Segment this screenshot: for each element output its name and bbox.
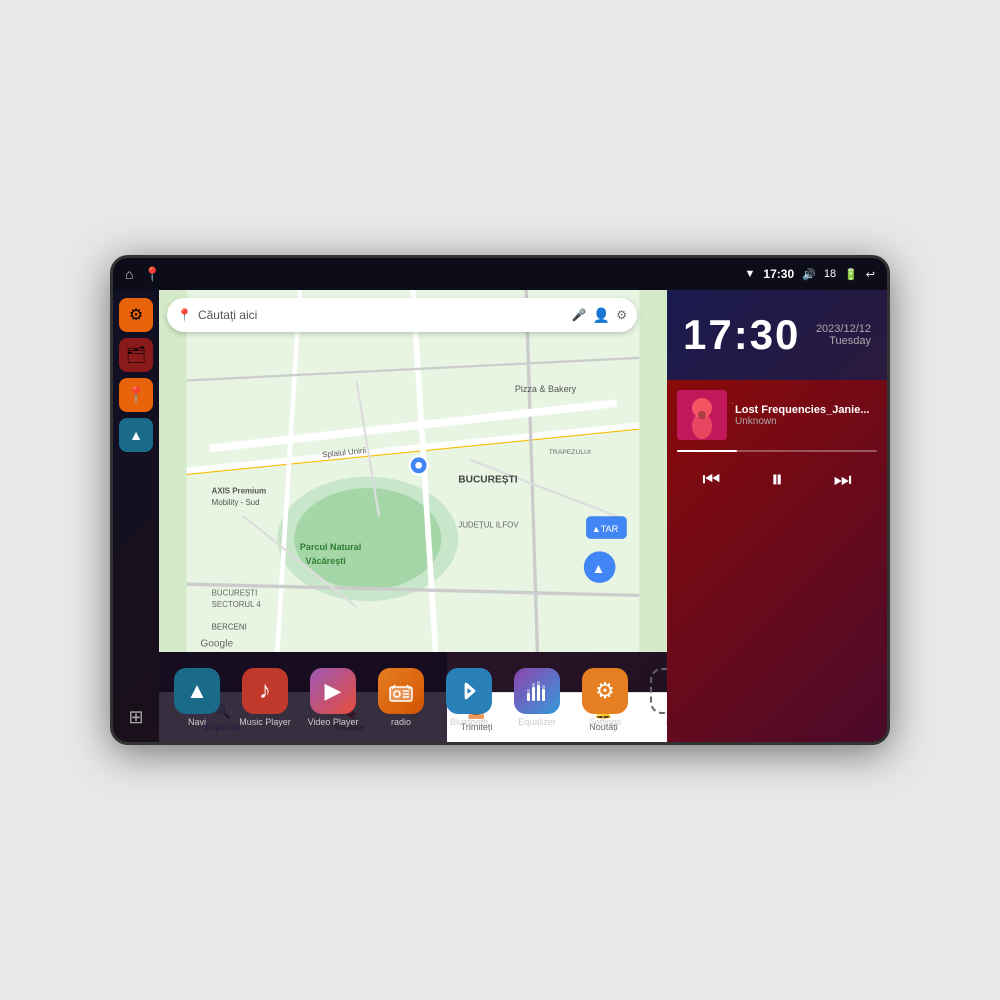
bluetooth-icon: [446, 668, 492, 714]
music-player-icon: ♪: [242, 668, 288, 714]
svg-text:Parcul Natural: Parcul Natural: [300, 542, 361, 552]
home-icon[interactable]: ⌂: [125, 266, 133, 282]
bluetooth-label: Bluetooth: [450, 717, 488, 727]
add-label: add: [665, 717, 667, 727]
map-area: Google AXIS Premium Mobility - Sud Parcu…: [159, 290, 667, 742]
album-art: [677, 390, 727, 440]
settings-label: Settings: [589, 717, 622, 727]
svg-text:BERCENI: BERCENI: [212, 622, 247, 631]
status-left: ⌂ 📍: [125, 266, 161, 283]
google-maps-logo: 📍: [177, 308, 192, 322]
wifi-icon: ▼: [745, 268, 756, 280]
navi-icon: ▲: [174, 668, 220, 714]
app-video-player[interactable]: ▶ Video Player: [301, 668, 365, 727]
clock-date-value: 2023/12/12: [816, 323, 871, 335]
sidebar-nav-icon[interactable]: ▲: [119, 418, 153, 452]
app-grid: ▲ Navi ♪ Music Player ▶ Video Player: [159, 652, 447, 742]
map-container[interactable]: Google AXIS Premium Mobility - Sud Parcu…: [159, 290, 667, 652]
clock-widget: 17:30 2023/12/12 Tuesday: [667, 290, 887, 380]
app-add[interactable]: + add: [641, 668, 667, 727]
music-info-row: Lost Frequencies_Janie... Unknown: [677, 390, 877, 440]
next-button[interactable]: ⏭: [826, 465, 860, 496]
music-progress-bar[interactable]: [677, 450, 877, 452]
app-music-player[interactable]: ♪ Music Player: [233, 668, 297, 727]
status-time: 17:30: [763, 267, 794, 281]
sidebar: ⚙ 🗂 📍 ▲ ⊞: [113, 290, 159, 742]
map-background: Google AXIS Premium Mobility - Sud Parcu…: [159, 290, 667, 652]
prev-button[interactable]: ⏮: [694, 465, 728, 496]
sidebar-map-icon[interactable]: 📍: [119, 378, 153, 412]
svg-text:Google: Google: [200, 638, 233, 649]
music-text: Lost Frequencies_Janie... Unknown: [735, 404, 877, 427]
settings-icon: ⚙: [582, 668, 628, 714]
status-right: ▼ 17:30 🔊 18 🔋 ↩: [745, 267, 875, 281]
main-content: ⚙ 🗂 📍 ▲ ⊞: [113, 290, 887, 742]
svg-text:AXIS Premium: AXIS Premium: [212, 487, 266, 496]
back-icon[interactable]: ↩: [866, 268, 875, 281]
clock-day: Tuesday: [816, 335, 871, 347]
app-radio[interactable]: radio: [369, 668, 433, 727]
map-search-placeholder: Căutați aici: [198, 308, 566, 322]
app-bluetooth[interactable]: Bluetooth: [437, 668, 501, 727]
svg-text:JUDEȚUL ILFOV: JUDEȚUL ILFOV: [458, 521, 519, 530]
mic-icon[interactable]: 🎤: [572, 308, 587, 322]
map-search-bar[interactable]: 📍 Căutați aici 🎤 👤 ⚙: [167, 298, 637, 332]
app-navi[interactable]: ▲ Navi: [165, 668, 229, 727]
pause-button[interactable]: ⏸: [763, 462, 791, 498]
equalizer-icon: [514, 668, 560, 714]
radio-icon: [378, 668, 424, 714]
music-artist: Unknown: [735, 416, 877, 427]
svg-text:▲TAR: ▲TAR: [592, 524, 619, 534]
battery-level: 18: [824, 268, 836, 280]
music-widget: Lost Frequencies_Janie... Unknown ⏮ ⏸ ⏭: [667, 380, 887, 742]
volume-icon: 🔊: [802, 268, 816, 281]
video-player-icon: ▶: [310, 668, 356, 714]
navi-label: Navi: [188, 717, 206, 727]
radio-label: radio: [391, 717, 411, 727]
svg-text:BUCUREȘTI: BUCUREȘTI: [458, 474, 518, 485]
right-panel: 17:30 2023/12/12 Tuesday: [667, 290, 887, 742]
equalizer-label: Equalizer: [518, 717, 556, 727]
music-title: Lost Frequencies_Janie...: [735, 404, 877, 416]
app-equalizer[interactable]: Equalizer: [505, 668, 569, 727]
status-bar: ⌂ 📍 ▼ 17:30 🔊 18 🔋 ↩: [113, 258, 887, 290]
maps-status-icon[interactable]: 📍: [143, 266, 160, 283]
svg-text:BUCUREȘTI: BUCUREȘTI: [212, 588, 258, 597]
layers-icon[interactable]: ⚙: [616, 308, 627, 322]
sidebar-apps-icon[interactable]: ⊞: [119, 700, 153, 734]
svg-text:Pizza & Bakery: Pizza & Bakery: [515, 384, 577, 394]
video-player-label: Video Player: [308, 717, 359, 727]
sidebar-settings-icon[interactable]: ⚙: [119, 298, 153, 332]
svg-text:TRAPEZULUI: TRAPEZULUI: [549, 449, 591, 456]
clock-time: 17:30: [683, 311, 800, 359]
app-settings[interactable]: ⚙ Settings: [573, 668, 637, 727]
battery-icon: 🔋: [844, 268, 858, 281]
map-svg: Google AXIS Premium Mobility - Sud Parcu…: [159, 290, 667, 652]
svg-text:SECTORUL 4: SECTORUL 4: [212, 600, 262, 609]
svg-text:Mobility - Sud: Mobility - Sud: [212, 498, 260, 507]
music-player-label: Music Player: [239, 717, 291, 727]
sidebar-files-icon[interactable]: 🗂: [119, 338, 153, 372]
svg-text:Văcărești: Văcărești: [306, 556, 346, 566]
car-head-unit: ⌂ 📍 ▼ 17:30 🔊 18 🔋 ↩ ⚙ 🗂 📍 ▲: [110, 255, 890, 745]
music-controls: ⏮ ⏸ ⏭: [677, 462, 877, 498]
add-icon: +: [650, 668, 667, 714]
svg-text:▲: ▲: [592, 561, 605, 576]
clock-date: 2023/12/12 Tuesday: [816, 323, 871, 347]
account-icon[interactable]: 👤: [593, 307, 610, 324]
music-progress-fill: [677, 450, 737, 452]
